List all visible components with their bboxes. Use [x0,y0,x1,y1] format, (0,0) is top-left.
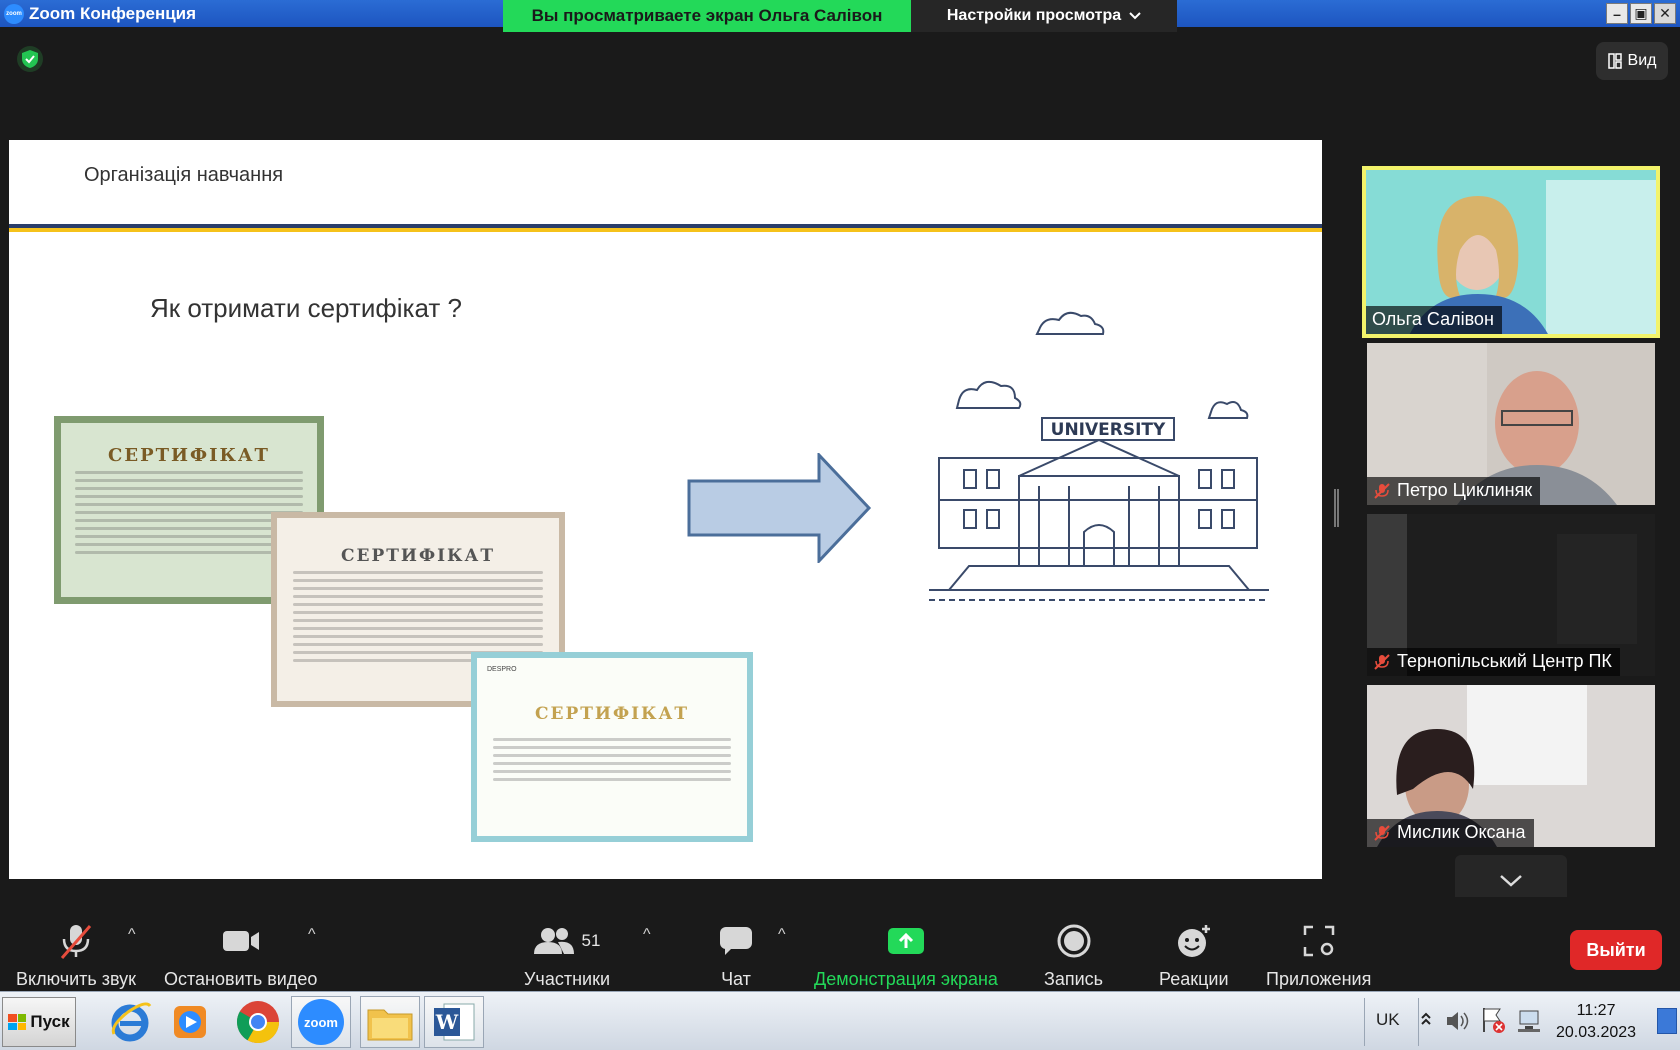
university-building-illustration: UNIVERSITY [929,311,1269,601]
participant-tile[interactable]: Мислик Оксана [1367,685,1655,847]
clock-date: 20.03.2023 [1556,1024,1637,1041]
apps-icon [1303,925,1334,957]
word-icon: W [434,1003,475,1041]
action-center-flag-icon[interactable] [1480,1006,1506,1034]
certificate-title: СЕРТИФІКАТ [534,704,690,724]
record-label: Запись [1044,969,1104,989]
mic-muted-icon [1374,824,1390,841]
participant-name: Петро Циклиняк [1367,477,1541,505]
despro-logo: DESPRO [487,666,517,673]
show-desktop-button[interactable] [1657,1008,1677,1034]
participants-count: 51 [581,931,601,950]
audio-options-caret[interactable]: ^ [128,926,136,944]
slide-header: Організація навчання [84,164,284,186]
taskbar-zoom[interactable]: zoom [291,996,351,1048]
resize-handle[interactable] [1334,489,1339,527]
close-button[interactable]: ✕ [1654,3,1676,24]
participant-tile[interactable]: Тернопільський Центр ПК [1367,514,1655,676]
zoom-window: zoom Zoom Конференция Вы просматриваете … [0,0,1680,1050]
reactions-button[interactable]: Реакции [1159,921,1229,990]
certificate-title: СЕРТИФІКАТ [108,445,270,466]
maximize-button[interactable]: ▣ [1630,3,1652,24]
arrow-right-icon [687,453,872,563]
mic-muted-icon [1374,482,1390,499]
view-settings-label: Настройки просмотра [946,7,1122,24]
taskbar-word[interactable]: W [424,996,484,1048]
chevron-down-icon [1500,875,1522,887]
start-label: Пуск [30,1012,70,1031]
share-screen-icon [887,928,924,954]
folder-icon [367,1009,413,1041]
view-button[interactable]: Вид [1596,42,1668,80]
participant-name: Мислик Оксана [1367,819,1534,847]
unmute-label: Включить звук [16,969,137,989]
show-hidden-icons-icon[interactable] [1420,1008,1432,1030]
chevron-down-icon [1129,12,1141,20]
taskbar-chrome[interactable] [228,996,288,1048]
stop-video-label: Остановить видео [164,969,318,989]
participant-name: Тернопільський Центр ПК [1367,648,1620,676]
participants-button[interactable]: 51 Участники [524,921,610,990]
record-icon [1057,924,1091,958]
taskbar-media-player[interactable] [160,996,220,1048]
windows-flag-icon [8,1014,27,1030]
video-options-caret[interactable]: ^ [308,926,316,944]
certificate-image-3: DESPRO СЕРТИФІКАТ [471,652,753,842]
share-screen-button[interactable]: Демонстрация экрана [814,921,998,990]
university-sign: UNIVERSITY [1051,420,1166,440]
zoom-icon: zoom [298,999,344,1045]
window-title: Zoom Конференция [29,3,197,23]
chat-bubble-icon [720,927,752,955]
taskbar-separator [1418,998,1419,1046]
share-screen-label: Демонстрация экрана [814,969,998,989]
svg-text:W: W [435,1010,459,1034]
participants-icon [533,928,574,954]
taskbar-internet-explorer[interactable] [100,996,160,1048]
shared-screen-slide: Організація навчання Як отримати сертифі… [9,140,1322,879]
grid-icon [1607,53,1622,69]
participants-options-caret[interactable]: ^ [643,926,651,944]
certificate-title: СЕРТИФІКАТ [340,546,496,566]
taskbar-separator [1364,998,1365,1046]
reactions-label: Реакции [1159,969,1229,989]
view-settings-menu[interactable]: Настройки просмотра [911,0,1177,32]
internet-explorer-icon [111,1002,152,1042]
apps-button[interactable]: Приложения [1266,921,1371,990]
volume-icon[interactable] [1444,1008,1470,1034]
participants-label: Участники [524,969,610,989]
media-player-icon [174,1006,206,1038]
video-camera-icon [222,931,259,951]
mic-muted-icon [60,925,92,959]
unmute-button[interactable]: Включить звук [16,921,136,990]
view-button-label: Вид [1627,52,1657,69]
network-icon[interactable] [1516,1008,1542,1034]
clock-time: 11:27 [1576,1002,1616,1019]
minimize-button[interactable]: – [1606,3,1628,24]
participant-tile[interactable]: Петро Циклиняк [1367,343,1655,505]
apps-label: Приложения [1266,969,1372,989]
chat-options-caret[interactable]: ^ [778,926,786,944]
participant-tile-active[interactable]: Ольга Салівон [1362,166,1660,338]
share-banner: Вы просматриваете экран Ольга Салівон [503,0,911,32]
zoom-app-icon: zoom [4,3,24,24]
windows-taskbar: Пуск zoom W UK 11:27 20.03.2023 [0,991,1680,1050]
slide-heading: Як отримати сертифікат ? [150,293,462,323]
leave-meeting-button[interactable]: Выйти [1570,930,1662,970]
start-button[interactable]: Пуск [2,997,76,1047]
chrome-icon [236,1001,279,1044]
smiley-plus-icon [1177,925,1210,957]
chat-button[interactable]: Чат [719,921,753,990]
mic-muted-icon [1374,653,1390,670]
slide-divider-yellow [9,228,1322,232]
encryption-shield-icon[interactable] [17,46,43,72]
taskbar-file-explorer[interactable] [360,996,420,1048]
language-indicator[interactable]: UK [1376,1010,1400,1030]
chat-label: Чат [721,969,751,989]
record-button[interactable]: Запись [1044,921,1103,990]
system-clock[interactable]: 11:27 20.03.2023 [1556,1000,1636,1044]
participant-name: Ольга Салівон [1366,306,1502,334]
window-controls: – ▣ ✕ [1606,3,1676,24]
stop-video-button[interactable]: Остановить видео [164,921,317,990]
